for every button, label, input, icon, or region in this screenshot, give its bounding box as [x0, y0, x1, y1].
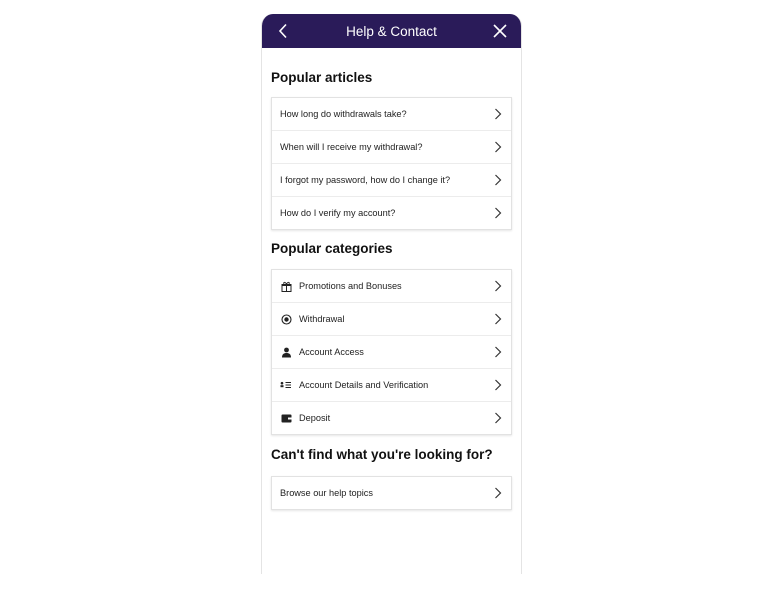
chevron-right-icon [493, 140, 503, 154]
popular-categories-heading: Popular categories [271, 241, 393, 256]
article-item[interactable]: How do I verify my account? [272, 197, 511, 229]
article-label: How do I verify my account? [280, 208, 396, 218]
chevron-right-icon [493, 206, 503, 220]
chevron-right-icon [493, 107, 503, 121]
article-label: I forgot my password, how do I change it… [280, 175, 451, 185]
article-label: When will I receive my withdrawal? [280, 142, 423, 152]
category-label: Deposit [299, 413, 331, 423]
category-item-withdrawal[interactable]: Withdrawal [272, 303, 511, 336]
chevron-right-icon [493, 411, 503, 425]
id-card-icon [280, 379, 292, 391]
article-label: How long do withdrawals take? [280, 109, 407, 119]
header-title: Help & Contact [346, 23, 437, 39]
category-label: Withdrawal [299, 314, 345, 324]
help-contact-panel: Help & Contact Popular articles How long… [261, 14, 522, 574]
close-icon [493, 24, 507, 38]
category-item-promotions[interactable]: Promotions and Bonuses [272, 270, 511, 303]
popular-articles-list: How long do withdrawals take? When will … [271, 97, 512, 230]
browse-help-topics-label: Browse our help topics [280, 488, 373, 498]
gift-icon [280, 280, 292, 292]
help-content: Popular articles How long do withdrawals… [262, 48, 521, 510]
chevron-left-icon [278, 23, 287, 39]
chevron-right-icon [493, 345, 503, 359]
back-button[interactable] [266, 14, 300, 48]
chevron-right-icon [493, 486, 503, 500]
popular-categories-list: Promotions and Bonuses Withdrawal Accoun… [271, 269, 512, 435]
close-button[interactable] [483, 14, 517, 48]
category-label: Account Details and Verification [299, 380, 429, 390]
article-item[interactable]: When will I receive my withdrawal? [272, 131, 511, 164]
wallet-icon [280, 412, 292, 424]
article-item[interactable]: I forgot my password, how do I change it… [272, 164, 511, 197]
article-item[interactable]: How long do withdrawals take? [272, 98, 511, 131]
help-more-heading: Can't find what you're looking for? [271, 447, 493, 462]
chevron-right-icon [493, 173, 503, 187]
chevron-right-icon [493, 378, 503, 392]
chevron-right-icon [493, 279, 503, 293]
category-item-account-details[interactable]: Account Details and Verification [272, 369, 511, 402]
chevron-right-icon [493, 312, 503, 326]
category-item-account-access[interactable]: Account Access [272, 336, 511, 369]
category-label: Promotions and Bonuses [299, 281, 402, 291]
browse-help-topics-item[interactable]: Browse our help topics [272, 477, 511, 509]
category-label: Account Access [299, 347, 364, 357]
radio-target-icon [280, 313, 292, 325]
help-topics-list: Browse our help topics [271, 476, 512, 510]
category-item-deposit[interactable]: Deposit [272, 402, 511, 434]
person-icon [280, 346, 292, 358]
popular-articles-heading: Popular articles [271, 70, 373, 85]
header-bar: Help & Contact [262, 14, 521, 48]
